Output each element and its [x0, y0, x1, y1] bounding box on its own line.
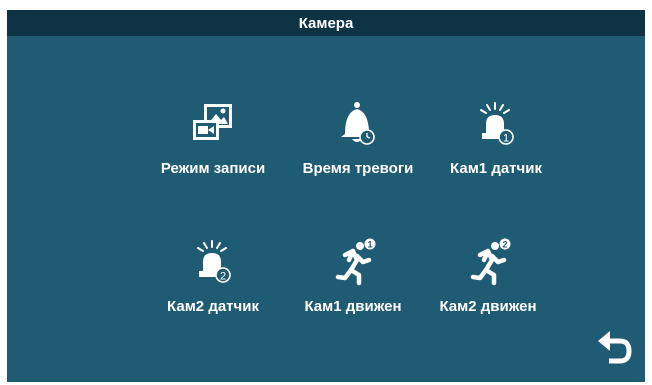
menu-item-cam1-sensor[interactable]: 1 Кам1 датчик [426, 100, 566, 190]
alarm-time-icon [330, 100, 386, 150]
menu-item-cam2-motion[interactable]: 2 Кам2 движен [418, 238, 558, 328]
badge-number: 2 [502, 240, 507, 250]
cam2-sensor-icon: 2 [185, 238, 241, 288]
menu-item-label: Кам2 движен [439, 298, 537, 315]
menu-item-alarm-time[interactable]: Время тревоги [288, 100, 428, 190]
menu-item-record-mode[interactable]: Режим записи [143, 100, 283, 190]
menu-item-label: Время тревоги [302, 160, 414, 177]
menu-item-cam2-sensor[interactable]: 2 Кам2 датчик [143, 238, 283, 328]
back-button[interactable] [592, 328, 636, 372]
cam1-motion-icon: 1 [325, 238, 381, 288]
title-bar: Камера [7, 10, 645, 36]
menu-item-cam1-motion[interactable]: 1 Кам1 движен [283, 238, 423, 328]
badge-number: 2 [220, 271, 226, 283]
record-mode-icon [185, 100, 241, 150]
badge-number: 1 [367, 240, 372, 250]
page-title: Камера [298, 14, 354, 32]
cam2-motion-icon: 2 [460, 238, 516, 288]
menu-item-label: Кам2 датчик [167, 298, 259, 315]
menu-item-label: Режим записи [160, 160, 266, 177]
back-arrow-icon [598, 331, 632, 364]
menu-item-label: Кам1 движен [304, 298, 402, 315]
badge-number: 1 [503, 133, 509, 145]
cam1-sensor-icon: 1 [468, 100, 524, 150]
camera-settings-screen: Камера Режим записи Время тревоги 1 Кам1… [7, 10, 645, 382]
menu-item-label: Кам1 датчик [450, 160, 542, 177]
